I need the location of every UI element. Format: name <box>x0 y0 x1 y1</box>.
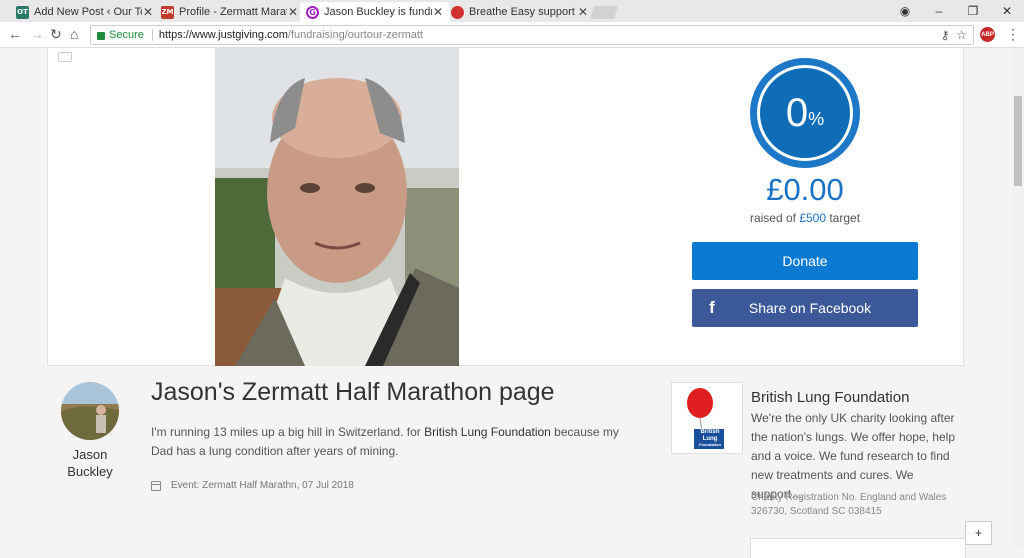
tab-favicon-icon: ZM <box>161 5 174 19</box>
close-tab-icon[interactable]: ✕ <box>432 5 444 19</box>
donate-button[interactable]: Donate <box>692 242 918 280</box>
browser-tab-3-active[interactable]: G Jason Buckley is fundraising ✕ <box>300 2 450 22</box>
new-tab-button[interactable] <box>590 6 618 19</box>
scrollbar[interactable] <box>1012 48 1024 546</box>
story-text: I'm running 13 miles up a big hill in Sw… <box>151 423 621 461</box>
amount-raised: £0.00 <box>766 172 844 207</box>
fundraiser-name: Jason Buckley <box>55 446 125 480</box>
event-text: Event: Zermatt Half Marathn, 07 Jul 2018 <box>171 480 354 491</box>
image-icon <box>58 52 72 62</box>
avatar[interactable] <box>61 382 119 440</box>
target-suffix: target <box>826 211 861 225</box>
extension-icon[interactable]: ABP <box>980 27 995 42</box>
charity-logo-text: British Lung Foundation <box>695 429 725 449</box>
event-line: Event: Zermatt Half Marathn, 07 Jul 2018 <box>151 480 354 491</box>
calendar-icon <box>151 480 161 491</box>
url-path: /fundraising/ourtour-zermatt <box>287 29 423 41</box>
progress-ring: 0% <box>750 58 860 168</box>
last-name: Buckley <box>67 464 113 479</box>
tab-title: Profile - Zermatt Marathon <box>179 6 287 18</box>
first-name: Jason <box>72 447 108 462</box>
logo-line: Foundation <box>699 442 721 447</box>
tab-favicon-icon: OT <box>16 5 29 19</box>
url-host: https://www.justgiving.com <box>158 29 288 41</box>
target-text: raised of £500 target <box>692 211 918 225</box>
charity-logo[interactable]: British Lung Foundation <box>671 382 743 454</box>
target-amount: £500 <box>799 211 827 225</box>
browser-tab-2[interactable]: ZM Profile - Zermatt Marathon ✕ <box>155 2 305 22</box>
browser-toolbar: ← → ↻ ⌂ Secure https://www.justgiving.co… <box>0 22 1024 48</box>
story-charity-link[interactable]: British Lung Foundation <box>424 425 551 439</box>
close-tab-icon[interactable]: ✕ <box>577 5 589 19</box>
reload-icon[interactable]: ↻ <box>50 26 62 43</box>
plus-button[interactable]: + <box>965 521 992 545</box>
facebook-icon: f <box>709 298 715 317</box>
page-title: Jason's Zermatt Half Marathon page <box>151 378 555 406</box>
charity-name[interactable]: British Lung Foundation <box>751 389 909 406</box>
browser-tab-1[interactable]: OT Add New Post ‹ Our Tour ✕ <box>10 2 160 22</box>
tab-title: Breathe Easy support groups <box>469 6 577 18</box>
profile-icon[interactable]: ◉ <box>888 4 922 18</box>
close-window-icon[interactable]: ✕ <box>990 4 1024 18</box>
restore-icon[interactable]: ❐ <box>956 4 990 18</box>
lock-icon <box>97 32 105 40</box>
close-tab-icon[interactable]: ✕ <box>142 5 154 19</box>
secure-label: Secure <box>109 29 144 41</box>
window-controls: ◉ – ❐ ✕ <box>888 0 1024 22</box>
bookmark-star-icon[interactable]: ☆ <box>956 28 967 42</box>
tab-title: Jason Buckley is fundraising <box>324 6 432 18</box>
next-card <box>750 538 966 558</box>
charity-registration: Charity Registration No. England and Wal… <box>751 492 947 517</box>
minimize-icon[interactable]: – <box>922 4 956 18</box>
home-icon[interactable]: ⌂ <box>70 26 78 42</box>
browser-tab-4[interactable]: Breathe Easy support groups ✕ <box>445 2 595 22</box>
back-icon[interactable]: ← <box>8 26 22 42</box>
address-bar[interactable]: Secure https://www.justgiving.com/fundra… <box>90 25 974 45</box>
hero-card: 0% £0.00 raised of £500 target Donate f … <box>47 48 964 366</box>
scrollbar-thumb[interactable] <box>1014 96 1022 186</box>
story-part: I'm running 13 miles up a big hill in Sw… <box>151 425 425 439</box>
page-content: 0% £0.00 raised of £500 target Donate f … <box>0 48 1012 558</box>
tab-strip: OT Add New Post ‹ Our Tour ✕ ZM Profile … <box>0 0 1024 22</box>
progress-percent: 0 <box>785 90 809 135</box>
percent-sign: % <box>808 108 825 129</box>
close-tab-icon[interactable]: ✕ <box>287 5 299 19</box>
omnibox-actions: ⚷ ☆ <box>941 28 967 42</box>
charity-description: We're the only UK charity looking after … <box>751 411 955 501</box>
share-facebook-label: Share on Facebook <box>748 300 872 316</box>
portrait-image <box>215 48 459 366</box>
divider <box>151 29 153 41</box>
share-facebook-button[interactable]: f Share on Facebook <box>692 289 918 327</box>
fundraiser-photo <box>215 48 459 366</box>
balloon-favicon-icon <box>451 5 464 19</box>
menu-dots-icon[interactable]: ⋮ <box>1006 26 1020 43</box>
target-prefix: raised of <box>749 211 800 225</box>
tab-title: Add New Post ‹ Our Tour <box>34 6 142 18</box>
avatar-image <box>61 382 119 440</box>
key-icon[interactable]: ⚷ <box>941 28 950 42</box>
forward-icon[interactable]: → <box>30 26 44 42</box>
progress-inner: 0% <box>757 65 853 161</box>
tab-favicon-icon: G <box>306 5 319 19</box>
